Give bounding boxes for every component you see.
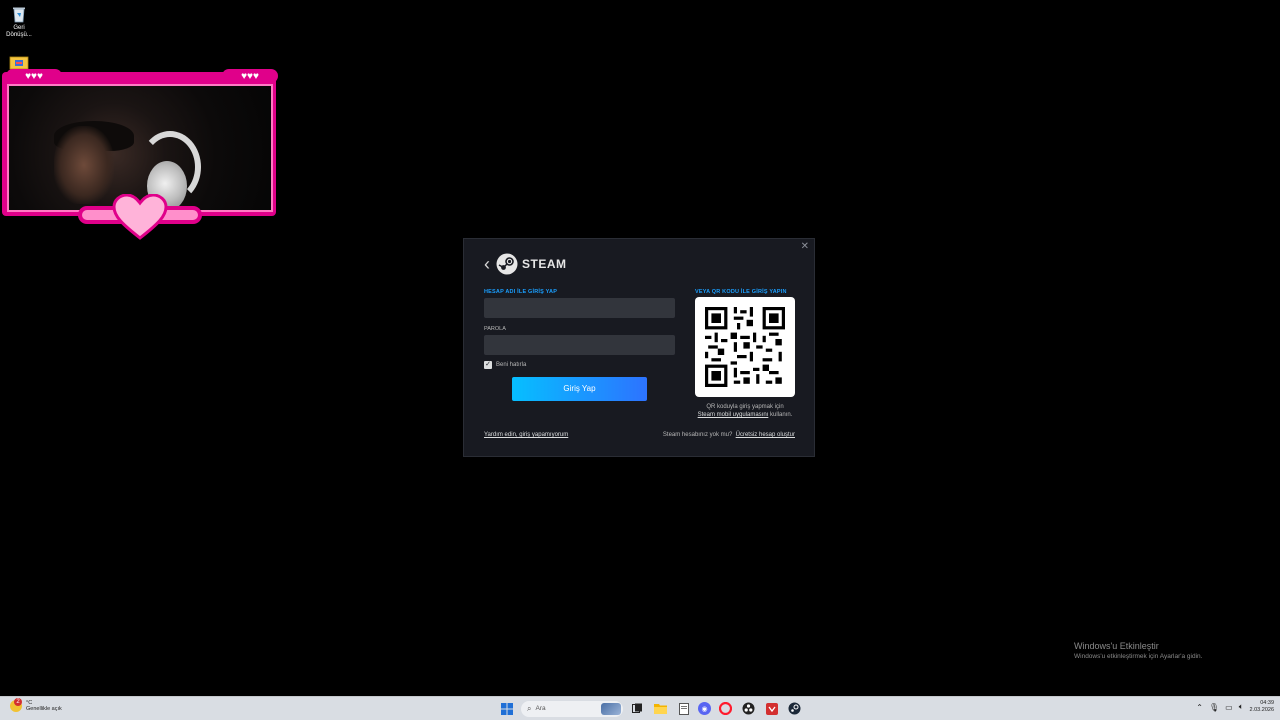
network-icon[interactable]: ▭ bbox=[1225, 703, 1233, 712]
search-highlight-image bbox=[601, 702, 621, 715]
start-icon[interactable] bbox=[498, 700, 515, 717]
qr-code-icon bbox=[705, 307, 785, 387]
activate-subtitle: Windows'u etkinleştirmek için Ayarlar'a … bbox=[1074, 653, 1203, 660]
account-label: HESAP ADI İLE GİRİŞ YAP bbox=[484, 289, 558, 295]
webcam-video bbox=[7, 84, 273, 212]
clock-time: 04:39 bbox=[1260, 700, 1274, 706]
password-input[interactable] bbox=[484, 335, 675, 355]
login-button[interactable]: Giriş Yap bbox=[512, 377, 647, 401]
recycle-bin-label: Geri Dönüşü... bbox=[6, 25, 32, 38]
remember-checkbox[interactable]: ✓ bbox=[484, 361, 492, 369]
heart-icon bbox=[112, 194, 168, 240]
search-icon: ⌕ bbox=[527, 703, 532, 713]
volume-icon[interactable]: 🔈︎ bbox=[1239, 702, 1244, 712]
hearts-decoration-right: ♥♥♥ bbox=[222, 69, 278, 83]
steam-login-dialog: ✕ ‹ STEAM HESAP ADI İLE GİRİŞ YAP PAROLA… bbox=[463, 238, 815, 457]
weather-desc: Genellikle açık bbox=[26, 706, 62, 712]
qr-code bbox=[695, 297, 795, 397]
pdf-icon[interactable] bbox=[763, 700, 780, 717]
steam-wordmark: STEAM bbox=[522, 257, 567, 271]
discord-icon[interactable]: ◉ bbox=[698, 702, 711, 715]
weather-badge: 2 bbox=[14, 698, 22, 706]
help-link[interactable]: Yardım edin, giriş yapamıyorum bbox=[484, 432, 568, 438]
obs-icon[interactable] bbox=[740, 700, 757, 717]
qr-instructions: QR koduyla giriş yapmak için Steam mobil… bbox=[697, 404, 793, 418]
account-name-input[interactable] bbox=[484, 298, 675, 318]
taskbar-apps: ⌕ Ara ◉ bbox=[498, 700, 803, 717]
microphone-icon[interactable]: 🎙︎ bbox=[1209, 703, 1219, 712]
recycle-bin-icon bbox=[9, 4, 29, 24]
taskbar-search[interactable]: ⌕ Ara bbox=[521, 700, 623, 717]
steam-brand: ‹ STEAM bbox=[484, 253, 567, 275]
close-icon[interactable]: ✕ bbox=[801, 241, 809, 252]
activate-title: Windows'u Etkinleştir bbox=[1074, 641, 1159, 651]
create-account-area: Steam hesabınız yok mu? Ücretsiz hesap o… bbox=[663, 432, 795, 438]
activate-windows-watermark: Windows'u Etkinleştir Windows'u etkinleş… bbox=[1074, 641, 1202, 660]
weather-widget[interactable]: 2 °C Genellikle açık bbox=[10, 698, 62, 712]
notepad-icon[interactable] bbox=[675, 700, 692, 717]
task-view-icon[interactable] bbox=[629, 700, 646, 717]
clock-date: 2.03.2026 bbox=[1249, 707, 1274, 713]
back-chevron-icon[interactable]: ‹ bbox=[484, 255, 490, 273]
remember-me[interactable]: ✓ Beni hatırla bbox=[484, 361, 526, 369]
no-account-text: Steam hesabınız yok mu? bbox=[662, 432, 733, 438]
steam-icon[interactable] bbox=[786, 700, 803, 717]
file-explorer-icon[interactable] bbox=[652, 700, 669, 717]
qr-label: VEYA QR KODU İLE GİRİŞ YAPIN bbox=[695, 289, 787, 295]
webcam-overlay: ♥♥♥ ♥♥♥ bbox=[2, 69, 278, 240]
hearts-decoration-left: ♥♥♥ bbox=[6, 69, 62, 83]
steam-logo-icon bbox=[496, 253, 518, 275]
recycle-bin-desktop-icon[interactable]: Geri Dönüşü... bbox=[4, 4, 34, 39]
search-placeholder: Ara bbox=[535, 705, 546, 712]
create-account-link[interactable]: Ücretsiz hesap oluştur bbox=[736, 432, 795, 438]
taskbar: 2 °C Genellikle açık ⌕ Ara ◉ ⌃ 🎙︎ ▭ 🔈︎ 0… bbox=[0, 696, 1280, 720]
clock[interactable]: 04:39 2.03.2026 bbox=[1250, 700, 1274, 714]
system-tray: ⌃ 🎙︎ ▭ 🔈︎ 04:39 2.03.2026 bbox=[1196, 700, 1274, 714]
chevron-up-icon[interactable]: ⌃ bbox=[1196, 703, 1203, 712]
steam-mobile-app-link[interactable]: Steam mobil uygulamasını bbox=[698, 412, 769, 418]
password-label: PAROLA bbox=[484, 326, 506, 332]
opera-icon[interactable] bbox=[717, 700, 734, 717]
remember-label: Beni hatırla bbox=[496, 362, 527, 368]
weather-icon: 2 bbox=[10, 698, 22, 712]
